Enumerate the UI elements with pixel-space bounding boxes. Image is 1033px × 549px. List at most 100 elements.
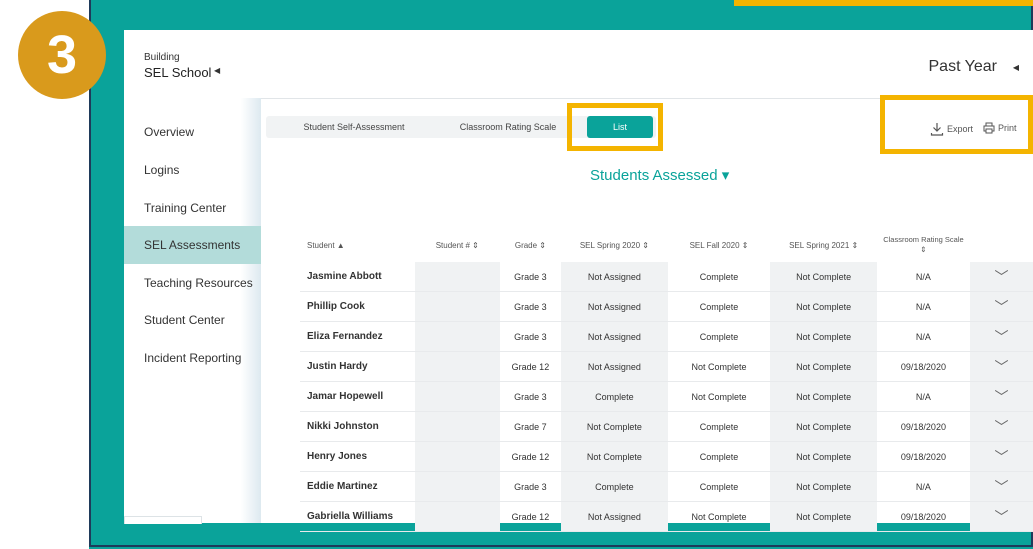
student-number	[414, 472, 500, 502]
chevron-down-icon[interactable]: ﹀	[969, 352, 1033, 382]
student-name: Justin Hardy	[300, 352, 415, 382]
sel-spring-2021-cell: Not Complete	[770, 502, 877, 532]
sel-fall-2020-cell: Complete	[667, 322, 771, 352]
grade-cell: Grade 3	[499, 262, 562, 292]
grade-cell: Grade 3	[499, 382, 562, 412]
bottom-tab	[124, 516, 202, 524]
sidebar-item-student-center[interactable]: Student Center	[124, 301, 261, 339]
student-number	[414, 352, 500, 382]
table-row[interactable]: Eddie Martinez Grade 3 Complete Complete…	[300, 472, 1033, 502]
column-header-student[interactable]: Student ▲	[300, 228, 415, 262]
sel-fall-2020-cell: Complete	[667, 442, 771, 472]
table-row[interactable]: Justin Hardy Grade 12 Not Assigned Not C…	[300, 352, 1033, 382]
grade-cell: Grade 12	[499, 352, 562, 382]
sel-fall-2020-cell: Not Complete	[667, 502, 771, 532]
student-number	[414, 502, 500, 532]
table-row[interactable]: Henry Jones Grade 12 Not Complete Comple…	[300, 442, 1033, 472]
column-header-sel-spring-2021[interactable]: SEL Spring 2021 ⇕	[770, 228, 877, 262]
classroom-rating-cell: N/A	[876, 292, 970, 322]
classroom-rating-cell: 09/18/2020	[876, 412, 970, 442]
student-name: Gabriella Williams	[300, 502, 415, 532]
student-number	[414, 322, 500, 352]
student-number	[414, 442, 500, 472]
classroom-rating-cell: 09/18/2020	[876, 502, 970, 532]
classroom-rating-cell: N/A	[876, 322, 970, 352]
student-name: Jamar Hopewell	[300, 382, 415, 412]
sel-spring-2021-cell: Not Complete	[770, 442, 877, 472]
sel-spring-2020-cell: Not Assigned	[561, 502, 668, 532]
grade-cell: Grade 3	[499, 472, 562, 502]
classroom-rating-cell: 09/18/2020	[876, 442, 970, 472]
table-row[interactable]: Jamar Hopewell Grade 3 Complete Not Comp…	[300, 382, 1033, 412]
building-selector[interactable]: SEL School	[144, 65, 211, 80]
table-row[interactable]: Jasmine Abbott Grade 3 Not Assigned Comp…	[300, 262, 1033, 292]
grade-cell: Grade 3	[499, 322, 562, 352]
student-number	[414, 292, 500, 322]
caret-left-icon[interactable]: ◀	[1013, 63, 1019, 72]
chevron-down-icon[interactable]: ﹀	[969, 412, 1033, 442]
sel-spring-2020-cell: Not Complete	[561, 412, 668, 442]
sidebar-item-teaching-resources[interactable]: Teaching Resources	[124, 264, 261, 302]
sel-fall-2020-cell: Complete	[667, 472, 771, 502]
sidebar-item-overview[interactable]: Overview	[124, 113, 261, 151]
period-selector[interactable]: Past Year	[929, 58, 998, 76]
sel-spring-2020-cell: Not Assigned	[561, 322, 668, 352]
student-number	[414, 262, 500, 292]
highlight-box-list	[567, 103, 663, 151]
table-row[interactable]: Phillip Cook Grade 3 Not Assigned Comple…	[300, 292, 1033, 322]
student-name: Eliza Fernandez	[300, 322, 415, 352]
sidebar-item-logins[interactable]: Logins	[124, 151, 261, 189]
column-header-grade[interactable]: Grade ⇕	[500, 228, 561, 262]
sidebar-item-sel-assessments[interactable]: SEL Assessments	[124, 226, 261, 264]
sel-spring-2021-cell: Not Complete	[770, 322, 877, 352]
building-label: Building	[144, 52, 180, 63]
students-assessed-dropdown[interactable]: Students Assessed ▾	[590, 166, 729, 184]
sel-spring-2021-cell: Not Complete	[770, 262, 877, 292]
chevron-down-icon[interactable]: ﹀	[969, 442, 1033, 472]
grade-cell: Grade 3	[499, 292, 562, 322]
sel-spring-2021-cell: Not Complete	[770, 412, 877, 442]
sel-spring-2020-cell: Not Complete	[561, 442, 668, 472]
top-accent-bar	[734, 0, 1033, 6]
tab-classroom-rating-scale[interactable]: Classroom Rating Scale	[442, 116, 574, 138]
classroom-rating-cell: N/A	[876, 262, 970, 292]
app-panel: Building SEL School ◀ Past Year ◀ Overvi…	[124, 30, 1033, 532]
chevron-down-icon[interactable]: ﹀	[969, 322, 1033, 352]
sidebar-item-training-center[interactable]: Training Center	[124, 189, 261, 227]
table-row[interactable]: Eliza Fernandez Grade 3 Not Assigned Com…	[300, 322, 1033, 352]
column-header-classroom-rating-scale[interactable]: Classroom Rating Scale ⇕	[877, 228, 970, 262]
sel-spring-2020-cell: Complete	[561, 472, 668, 502]
sel-fall-2020-cell: Complete	[667, 262, 771, 292]
grade-cell: Grade 7	[499, 412, 562, 442]
sel-spring-2021-cell: Not Complete	[770, 352, 877, 382]
classroom-rating-cell: N/A	[876, 472, 970, 502]
sel-spring-2020-cell: Not Assigned	[561, 352, 668, 382]
student-name: Phillip Cook	[300, 292, 415, 322]
column-header-sel-fall-2020[interactable]: SEL Fall 2020 ⇕	[668, 228, 771, 262]
sidebar-item-incident-reporting[interactable]: Incident Reporting	[124, 339, 261, 377]
caret-left-icon[interactable]: ◀	[214, 66, 220, 75]
chevron-down-icon[interactable]: ﹀	[969, 502, 1033, 532]
sel-fall-2020-cell: Complete	[667, 412, 771, 442]
sel-spring-2021-cell: Not Complete	[770, 292, 877, 322]
sel-fall-2020-cell: Not Complete	[667, 352, 771, 382]
chevron-down-icon[interactable]: ﹀	[969, 262, 1033, 292]
step-badge: 3	[18, 11, 106, 99]
column-header-student-number[interactable]: Student # ⇕	[415, 228, 500, 262]
tab-student-self-assessment[interactable]: Student Self-Assessment	[266, 116, 442, 138]
chevron-down-icon[interactable]: ﹀	[969, 382, 1033, 412]
table-row[interactable]: Nikki Johnston Grade 7 Not Complete Comp…	[300, 412, 1033, 442]
sel-spring-2020-cell: Not Assigned	[561, 292, 668, 322]
column-header-expand	[970, 228, 1033, 262]
grade-cell: Grade 12	[499, 502, 562, 532]
chevron-down-icon[interactable]: ﹀	[969, 292, 1033, 322]
column-header-sel-spring-2020[interactable]: SEL Spring 2020 ⇕	[561, 228, 668, 262]
student-number	[414, 382, 500, 412]
student-name: Nikki Johnston	[300, 412, 415, 442]
grade-cell: Grade 12	[499, 442, 562, 472]
table-row[interactable]: Gabriella Williams Grade 12 Not Assigned…	[300, 502, 1033, 532]
app-header: Building SEL School ◀ Past Year ◀	[124, 30, 1033, 99]
students-table: Student ▲ Student # ⇕ Grade ⇕ SEL Spring…	[300, 228, 1033, 532]
classroom-rating-cell: 09/18/2020	[876, 352, 970, 382]
chevron-down-icon[interactable]: ﹀	[969, 472, 1033, 502]
